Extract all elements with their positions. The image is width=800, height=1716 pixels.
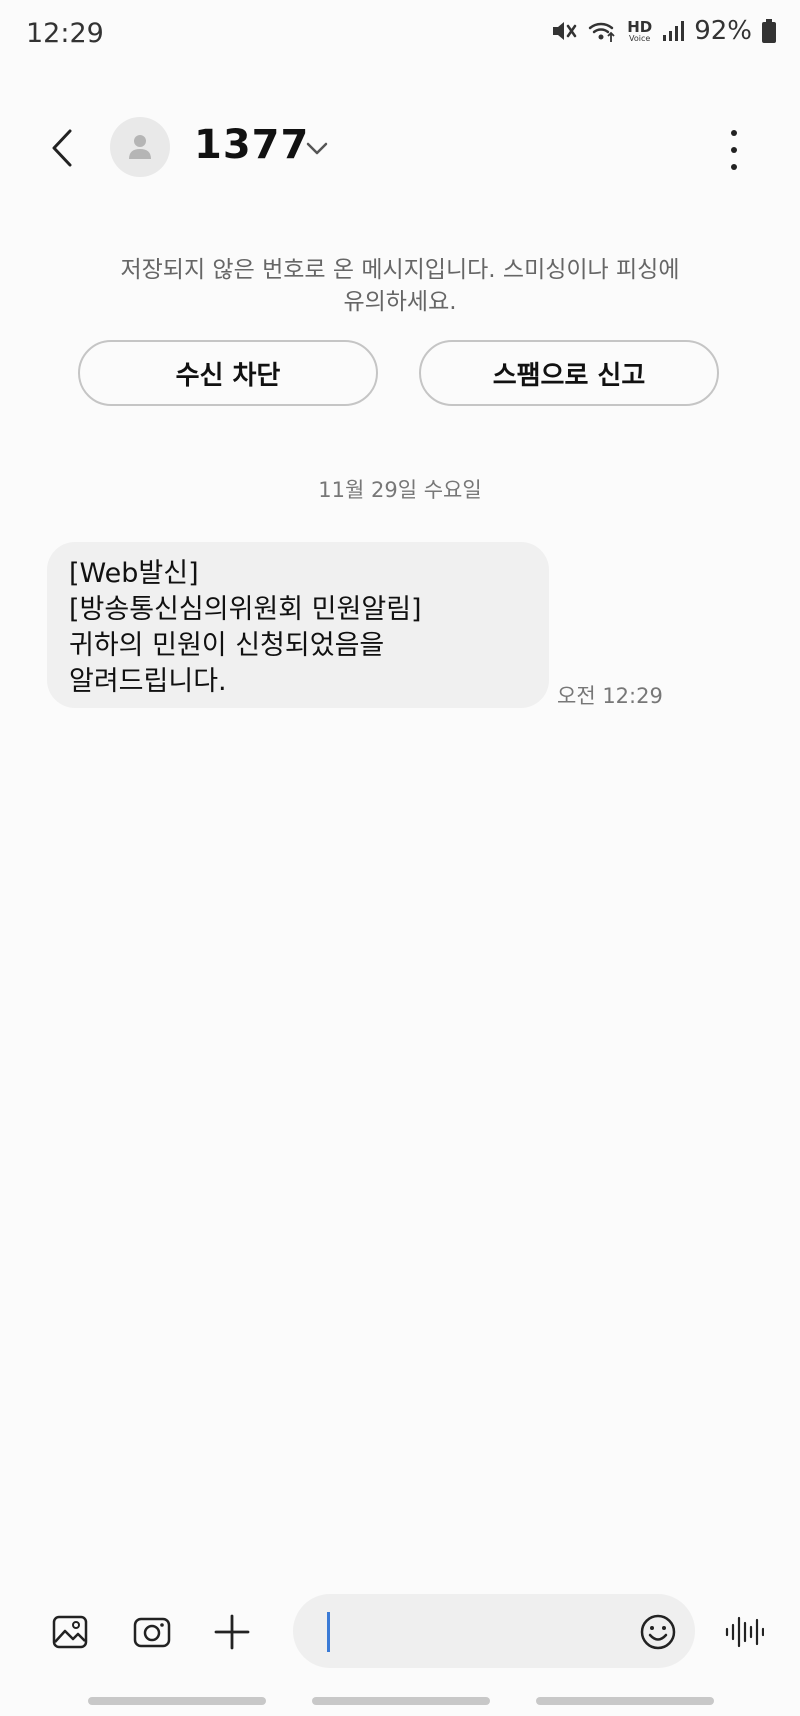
more-icon-dot — [731, 147, 737, 153]
gallery-icon — [52, 1615, 88, 1649]
text-caret — [327, 1612, 330, 1652]
camera-icon — [133, 1617, 171, 1648]
hd-label: HD — [627, 17, 653, 36]
avatar-icon — [129, 135, 151, 159]
voice-wave-icon — [725, 1616, 764, 1648]
nav-hint-bar[interactable] — [536, 1697, 714, 1705]
voice-label: Voice — [629, 33, 651, 43]
camera-button[interactable] — [128, 1608, 176, 1656]
more-icon-dot — [731, 164, 737, 170]
contact-name[interactable]: 1377 — [194, 122, 309, 168]
contact-details-toggle[interactable] — [303, 134, 331, 162]
message-line: [Web발신] — [69, 558, 199, 589]
back-icon — [52, 129, 72, 167]
message-timestamp: 오전 12:29 — [557, 684, 663, 708]
message-bubble[interactable]: [Web발신] [방송통신심의위원회 민원알림] 귀하의 민원이 신청되었음을 … — [47, 542, 549, 708]
status-time: 12:29 — [26, 18, 104, 49]
plus-icon — [214, 1614, 250, 1650]
battery-percent: 92% — [694, 16, 752, 46]
emoji-button[interactable] — [634, 1608, 682, 1656]
avatar[interactable] — [110, 117, 170, 177]
message-line: [방송통신심의위원회 민원알림] — [69, 594, 422, 625]
message-line: 알려드립니다. — [69, 666, 227, 697]
date-divider: 11월 29일 수요일 — [318, 478, 482, 502]
message-line: 귀하의 민원이 신청되었음을 — [69, 630, 385, 661]
voice-record-button[interactable] — [720, 1608, 768, 1656]
hd-voice-icon: HD Voice — [627, 17, 653, 43]
more-options-button[interactable] — [716, 130, 752, 170]
nav-hint-bar[interactable] — [88, 1697, 266, 1705]
battery-icon — [762, 19, 776, 43]
warning-line-1: 저장되지 않은 번호로 온 메시지입니다. 스미싱이나 피싱에 — [120, 257, 680, 283]
gallery-button[interactable] — [46, 1608, 94, 1656]
nav-hint-bar[interactable] — [312, 1697, 490, 1705]
wifi-icon — [587, 19, 617, 43]
signal-icon — [662, 19, 685, 43]
mute-icon — [551, 19, 577, 43]
emoji-icon — [640, 1614, 676, 1650]
more-icon-dot — [731, 130, 737, 136]
status-icons: HD Voice 92% — [551, 16, 776, 46]
unsaved-number-warning: 저장되지 않은 번호로 온 메시지입니다. 스미싱이나 피싱에 유의하세요. — [60, 254, 740, 318]
report-spam-button[interactable]: 스팸으로 신고 — [419, 340, 719, 406]
add-attachment-button[interactable] — [208, 1608, 256, 1656]
back-button[interactable] — [44, 122, 80, 174]
chevron-down-icon — [306, 142, 328, 155]
warning-line-2: 유의하세요. — [343, 289, 457, 315]
block-number-button[interactable]: 수신 차단 — [78, 340, 378, 406]
